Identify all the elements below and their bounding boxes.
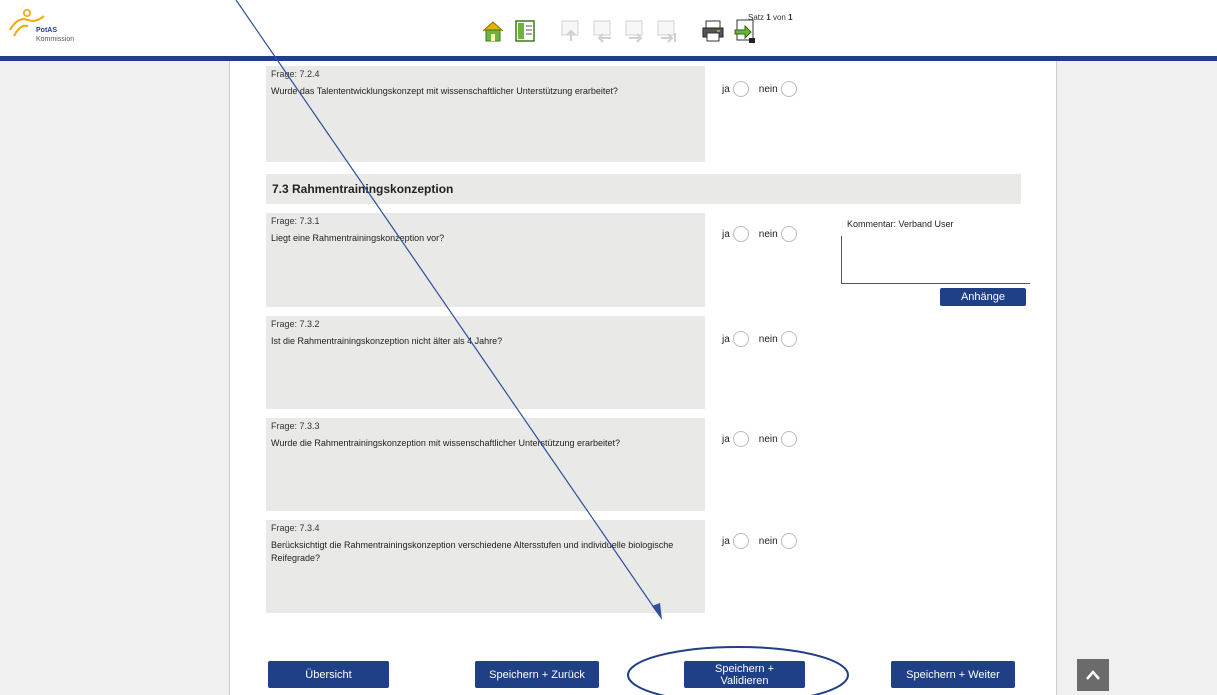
attachments-button[interactable]: Anhänge — [940, 288, 1026, 306]
answer-radio-group: ja nein — [722, 81, 807, 97]
answer-radio-group: ja nein — [722, 226, 807, 242]
save-validate-label-1: Speichern + — [714, 662, 774, 675]
question-text: Wurde das Talententwicklungskonzept mit … — [271, 86, 618, 96]
no-radio[interactable] — [780, 81, 797, 97]
answer-radio-group: ja nein — [722, 331, 807, 347]
yes-label: ja — [722, 333, 730, 345]
toolbar — [480, 17, 758, 45]
yes-label: ja — [722, 228, 730, 240]
no-radio[interactable] — [780, 226, 797, 242]
question-box: Frage: 7.3.2 Ist die Rahmentrainingskonz… — [266, 316, 705, 409]
yes-radio[interactable] — [732, 431, 749, 447]
save-back-button[interactable]: Speichern + Zurück — [475, 661, 599, 688]
next-record-icon[interactable] — [622, 18, 648, 44]
question-text: Liegt eine Rahmentrainingskonzeption vor… — [271, 233, 445, 243]
question-box: Frage: 7.3.4 Berücksichtigt die Rahmentr… — [266, 520, 705, 613]
scroll-to-top-button[interactable] — [1077, 659, 1109, 691]
no-label: nein — [758, 83, 778, 95]
chevron-up-icon — [1086, 670, 1100, 680]
question-text: Ist die Rahmentrainingskonzeption nicht … — [271, 336, 503, 346]
question-number: Frage: 7.3.4 — [271, 523, 320, 533]
question-number: Frage: 7.3.3 — [271, 421, 320, 431]
save-back-label: Speichern + Zurück — [489, 668, 585, 681]
home-icon[interactable] — [480, 18, 506, 44]
question-number: Frage: 7.3.2 — [271, 319, 320, 329]
question-box: Frage: 7.2.4 Wurde das Talententwicklung… — [266, 66, 705, 162]
save-validate-button[interactable]: Speichern + Validieren — [684, 661, 805, 688]
no-radio[interactable] — [780, 331, 797, 347]
question-text: Berücksichtigt die Rahmentrainingskonzep… — [271, 540, 674, 563]
no-label: nein — [758, 433, 778, 445]
comment-label: Kommentar: Verband User — [847, 219, 954, 229]
no-label: nein — [758, 535, 778, 547]
question-text: Wurde die Rahmentrainingskonzeption mit … — [271, 438, 621, 448]
section-title: 7.3 Rahmentrainingskonzeption — [272, 182, 454, 196]
overview-icon[interactable] — [512, 18, 538, 44]
comment-field[interactable] — [841, 236, 1030, 284]
first-record-icon[interactable] — [558, 18, 584, 44]
app-header: PotAS Kommission Satz 1 von 1 — [0, 0, 1217, 61]
question-number: Frage: 7.3.1 — [271, 216, 320, 226]
logo-name: PotAS — [36, 27, 57, 34]
question-box: Frage: 7.3.1 Liegt eine Rahmentrainingsk… — [266, 213, 705, 307]
yes-label: ja — [722, 535, 730, 547]
answer-radio-group: ja nein — [722, 431, 807, 447]
no-radio[interactable] — [780, 431, 797, 447]
yes-radio[interactable] — [732, 331, 749, 347]
record-counter: Satz 1 von 1 — [748, 13, 793, 22]
save-validate-label-2: Validieren — [720, 674, 769, 687]
question-box: Frage: 7.3.3 Wurde die Rahmentrainingsko… — [266, 418, 705, 511]
form-panel: Frage: 7.2.4 Wurde das Talententwicklung… — [229, 61, 1057, 695]
no-radio[interactable] — [780, 533, 797, 549]
no-label: nein — [758, 333, 778, 345]
section-header: 7.3 Rahmentrainingskonzeption — [266, 174, 1021, 204]
question-number: Frage: 7.2.4 — [271, 69, 320, 79]
print-icon[interactable] — [700, 18, 726, 44]
last-record-icon[interactable] — [654, 18, 680, 44]
answer-radio-group: ja nein — [722, 533, 807, 549]
yes-label: ja — [722, 83, 730, 95]
overview-button[interactable]: Übersicht — [268, 661, 389, 688]
yes-radio[interactable] — [732, 226, 749, 242]
yes-radio[interactable] — [732, 81, 749, 97]
logo-subtitle: Kommission — [36, 36, 75, 43]
no-label: nein — [758, 228, 778, 240]
save-next-button[interactable]: Speichern + Weiter — [891, 661, 1015, 688]
previous-record-icon[interactable] — [590, 18, 616, 44]
yes-radio[interactable] — [732, 533, 749, 549]
yes-label: ja — [722, 433, 730, 445]
